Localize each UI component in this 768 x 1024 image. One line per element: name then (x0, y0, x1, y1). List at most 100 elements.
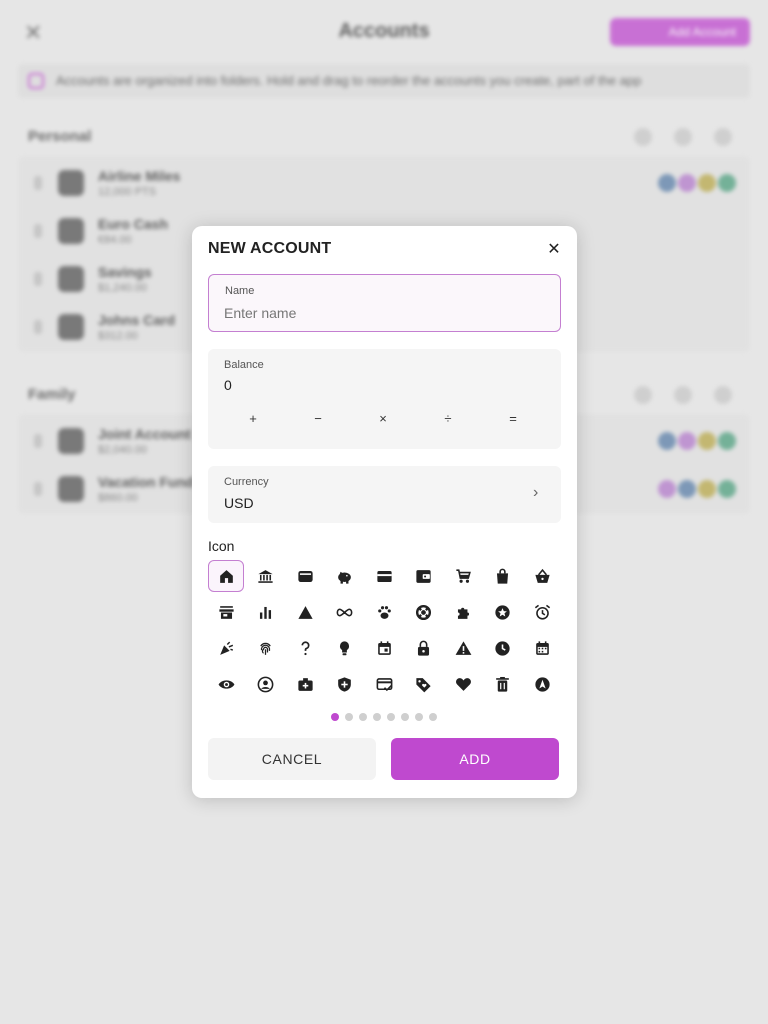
equals-button[interactable]: = (501, 409, 525, 429)
cancel-button[interactable]: CANCEL (208, 738, 376, 780)
account-balance: 12,000 PTS (98, 186, 157, 198)
name-input[interactable] (224, 302, 544, 324)
member-chips (658, 480, 736, 498)
info-banner: Accounts are organized into folders. Hol… (18, 64, 750, 98)
add-button[interactable]: ADD (391, 738, 559, 780)
page-dot[interactable] (331, 713, 339, 721)
eye-icon[interactable] (208, 668, 244, 700)
calendar-event-icon[interactable] (366, 632, 402, 664)
fingerprint-icon[interactable] (248, 632, 284, 664)
banner-text: Accounts are organized into folders. Hol… (56, 73, 642, 88)
wallet-icon[interactable] (287, 560, 323, 592)
page-dot[interactable] (345, 713, 353, 721)
account-balance: $860.00 (98, 492, 138, 504)
plus-button[interactable]: + (241, 409, 265, 429)
member-chips (658, 174, 736, 192)
drag-handle-icon (34, 272, 42, 286)
shield-plus-icon[interactable] (327, 668, 363, 700)
home-icon[interactable] (208, 560, 244, 592)
triangle-icon[interactable] (287, 596, 323, 628)
info-icon (28, 73, 44, 89)
name-field[interactable]: Name (208, 274, 561, 332)
page-dot[interactable] (373, 713, 381, 721)
page-dot[interactable] (401, 713, 409, 721)
group-title: Family (28, 386, 76, 403)
bar-chart-icon[interactable] (248, 596, 284, 628)
lifebuoy-icon[interactable] (406, 596, 442, 628)
cart-icon[interactable] (445, 560, 481, 592)
page-dot[interactable] (387, 713, 395, 721)
divide-button[interactable]: ÷ (436, 409, 460, 429)
group-collapse-icon (634, 128, 652, 146)
calendar-icon[interactable] (524, 632, 560, 664)
page-dot[interactable] (415, 713, 423, 721)
account-icon (58, 170, 84, 196)
drag-handle-icon (34, 482, 42, 496)
minus-button[interactable]: − (306, 409, 330, 429)
warning-icon[interactable] (445, 632, 481, 664)
account-balance: $1,240.00 (98, 282, 147, 294)
group-more-icon (714, 128, 732, 146)
icon-picker-grid (208, 560, 562, 704)
heart-icon[interactable] (445, 668, 481, 700)
group-settings-icon (674, 128, 692, 146)
lock-icon[interactable] (406, 632, 442, 664)
chevron-right-icon: › (533, 484, 539, 501)
icon-section-label: Icon (208, 538, 235, 554)
medical-bag-icon[interactable] (287, 668, 323, 700)
account-name: Savings (98, 264, 152, 280)
party-icon[interactable] (208, 632, 244, 664)
balance-field[interactable]: Balance 0 + − × ÷ = (208, 349, 561, 449)
navigation-icon[interactable] (524, 668, 560, 700)
puzzle-icon[interactable] (445, 596, 481, 628)
drag-handle-icon (34, 176, 42, 190)
account-icon (58, 476, 84, 502)
alarm-icon[interactable] (524, 596, 560, 628)
infinity-icon[interactable] (327, 596, 363, 628)
account-name: Vacation Fund (98, 474, 194, 490)
group-settings-icon (674, 386, 692, 404)
store-icon[interactable] (208, 596, 244, 628)
clock-icon[interactable] (485, 632, 521, 664)
account-icon (58, 314, 84, 340)
star-badge-icon[interactable] (485, 596, 521, 628)
drag-handle-icon (34, 224, 42, 238)
wallet-alt-icon[interactable] (406, 560, 442, 592)
question-icon[interactable] (287, 632, 323, 664)
shopping-bag-icon[interactable] (485, 560, 521, 592)
account-icon (58, 218, 84, 244)
account-row: Airline Miles 12,000 PTS (18, 160, 750, 208)
currency-label: Currency (224, 476, 269, 488)
account-icon (58, 266, 84, 292)
bank-icon[interactable] (248, 560, 284, 592)
account-name: Joint Account (98, 426, 191, 442)
piggy-bank-icon[interactable] (327, 560, 363, 592)
card-check-icon[interactable] (366, 668, 402, 700)
balance-label: Balance (224, 359, 264, 371)
close-icon[interactable]: ✕ (542, 238, 566, 262)
paw-icon[interactable] (366, 596, 402, 628)
page-dot[interactable] (359, 713, 367, 721)
credit-card-icon[interactable] (366, 560, 402, 592)
group-collapse-icon (634, 386, 652, 404)
account-name: Johns Card (98, 312, 176, 328)
basket-icon[interactable] (524, 560, 560, 592)
account-icon (58, 428, 84, 454)
balance-value[interactable]: 0 (224, 377, 232, 393)
dialog-title: NEW ACCOUNT (208, 240, 332, 257)
tag-heart-icon[interactable] (406, 668, 442, 700)
page-dot[interactable] (429, 713, 437, 721)
add-account-button: Add Account (610, 18, 750, 46)
calculator-operators: + − × ÷ = (208, 409, 561, 429)
icon-page-indicator (331, 713, 441, 723)
lightbulb-icon[interactable] (327, 632, 363, 664)
trash-icon[interactable] (485, 668, 521, 700)
name-label: Name (225, 285, 255, 297)
drag-handle-icon (34, 434, 42, 448)
account-name: Euro Cash (98, 216, 169, 232)
multiply-button[interactable]: × (371, 409, 395, 429)
account-circle-icon[interactable] (248, 668, 284, 700)
top-bar: ✕ Accounts Add Account (0, 0, 768, 64)
member-chips (658, 432, 736, 450)
currency-field[interactable]: Currency USD › (208, 466, 561, 523)
